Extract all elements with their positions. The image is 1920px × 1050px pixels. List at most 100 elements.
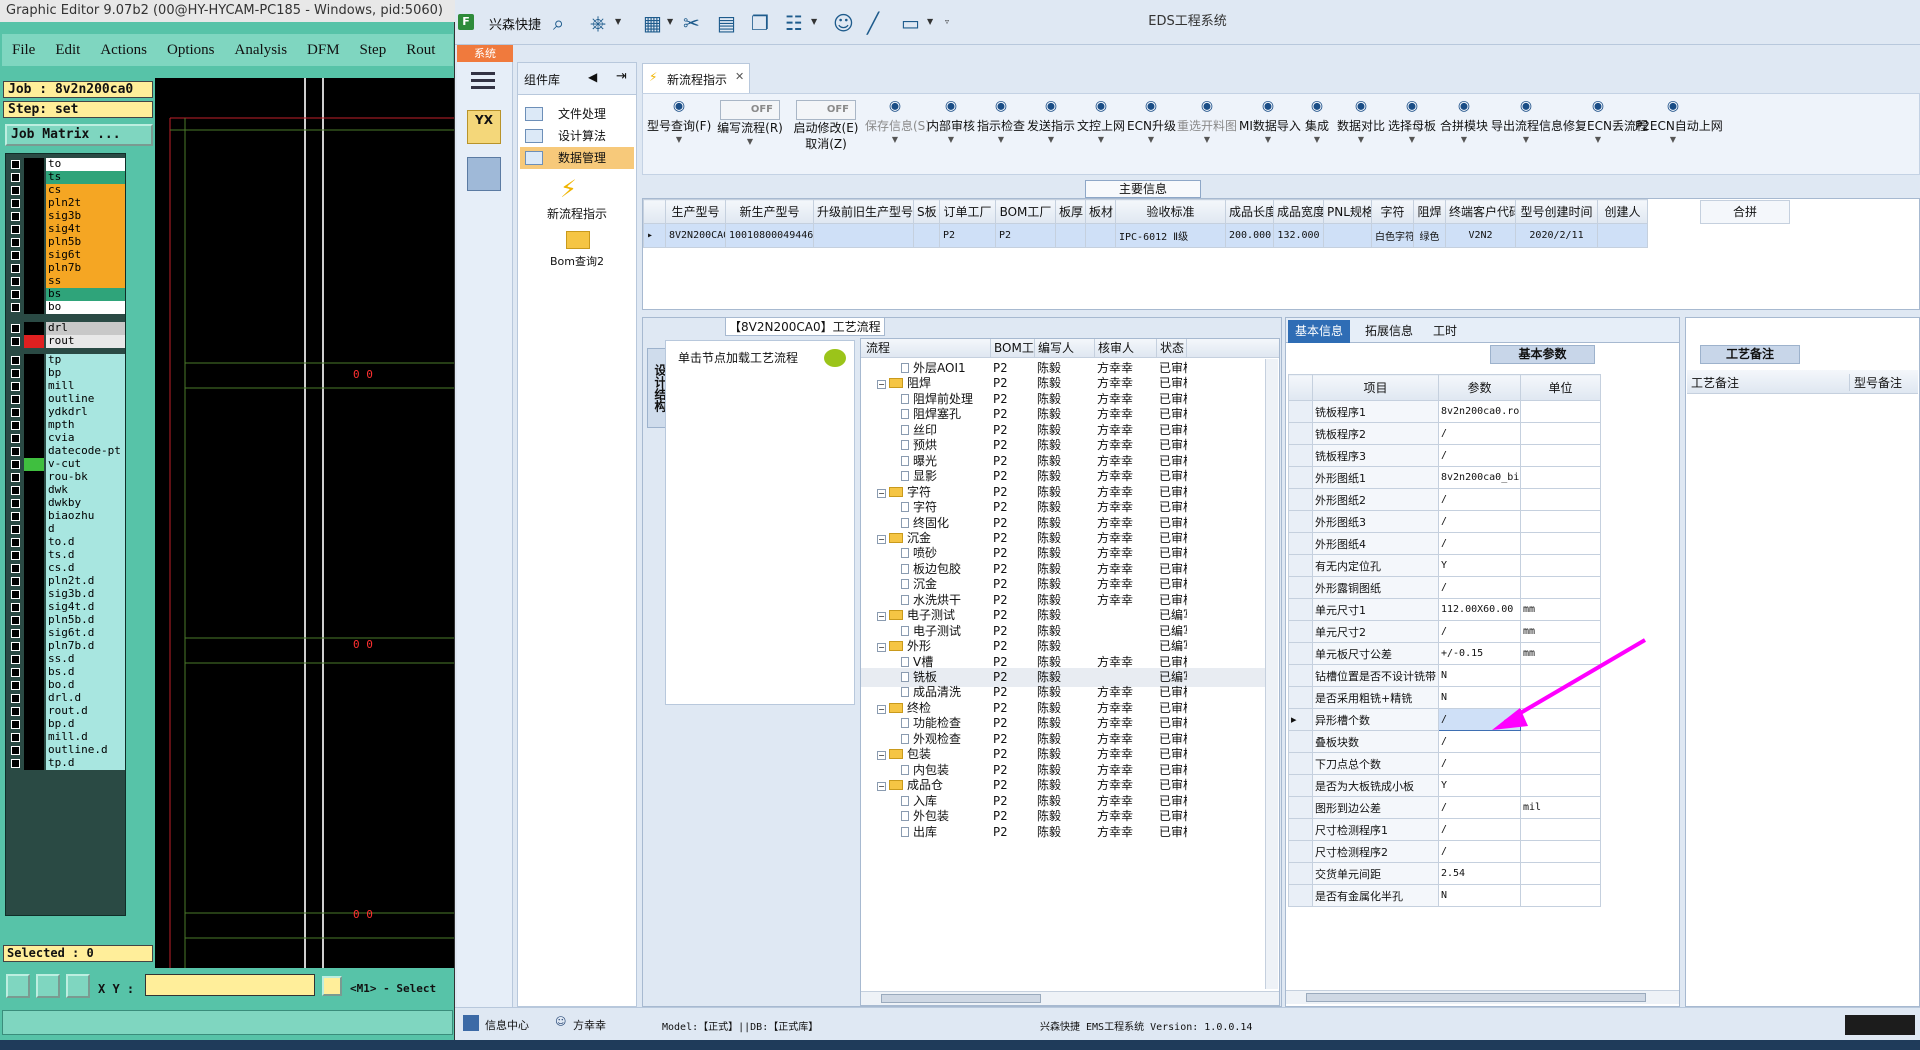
dropdown-icon[interactable]: ▼ xyxy=(865,134,925,146)
param-value[interactable]: 112.00X60.00 xyxy=(1438,598,1521,621)
tab-new-process-instruction[interactable]: ⚡ 新流程指示 ✕ xyxy=(642,63,750,93)
pin-icon[interactable]: ⇥ xyxy=(616,69,627,84)
toggle-switch[interactable]: OFF xyxy=(796,100,856,120)
film-icon[interactable]: ▤ xyxy=(717,12,736,34)
layer-checkbox[interactable] xyxy=(11,337,20,346)
layer-checkbox[interactable] xyxy=(11,356,20,365)
layer-checkbox[interactable] xyxy=(11,590,20,599)
ribbon-button[interactable]: ◉ 保存信息(S) ▼ xyxy=(865,94,930,174)
main-col-header[interactable]: 板厚 xyxy=(1055,199,1086,224)
calculator-module-icon[interactable] xyxy=(467,157,501,191)
params-row[interactable]: 尺寸检测程序1/ xyxy=(1288,818,1601,841)
params-row[interactable]: 尺寸检测程序2/ xyxy=(1288,840,1601,863)
tree-col-header[interactable]: 核审人 xyxy=(1095,339,1157,358)
layer-checkbox[interactable] xyxy=(11,473,20,482)
grid-snap-icon[interactable] xyxy=(66,974,90,998)
layer-checkbox[interactable] xyxy=(11,277,20,286)
collapse-icon[interactable]: − xyxy=(877,488,886,498)
ge-menu-item[interactable]: DFM xyxy=(297,42,350,59)
dropdown-icon[interactable]: ▼ xyxy=(1563,134,1633,146)
monitor-icon[interactable]: ▭ xyxy=(901,12,920,34)
params-row[interactable]: 图形到边公差 / mil xyxy=(1288,796,1601,819)
layer-checkbox[interactable] xyxy=(11,160,20,169)
chart-icon[interactable]: ╱ xyxy=(867,12,879,34)
layer-checkbox[interactable] xyxy=(11,212,20,221)
copy-icon[interactable]: ❐ xyxy=(751,12,769,34)
info-icon[interactable] xyxy=(322,976,342,996)
layer-checkbox[interactable] xyxy=(11,746,20,755)
layer-list[interactable]: to ts cs pln2t sig3b sig4t pln5b sig6t pln7b ss bs… xyxy=(5,153,126,916)
dropdown-icon[interactable]: ▼ xyxy=(615,17,621,26)
ribbon-button[interactable]: ◉ ECN升级 ▼ xyxy=(1127,94,1176,174)
layer-checkbox[interactable] xyxy=(11,264,20,273)
hamburger-icon[interactable] xyxy=(471,72,495,75)
tree-row[interactable]: 出库 P2 陈毅 方幸幸 已审核 xyxy=(861,823,1265,842)
param-value[interactable]: / xyxy=(1438,818,1521,841)
tab-param-2[interactable]: 工时 xyxy=(1426,320,1464,343)
layer-checkbox[interactable] xyxy=(11,538,20,547)
tree-col-header[interactable]: BOM工厂 xyxy=(991,339,1035,358)
main-cell[interactable]: 白色字符 xyxy=(1371,223,1414,248)
layer-checkbox[interactable] xyxy=(11,668,20,677)
dropdown-icon[interactable]: ▼ xyxy=(977,134,1025,146)
params-row[interactable]: 外形露铜图纸 / xyxy=(1288,576,1601,599)
params-row[interactable]: 铣板程序1 8v2n200ca0.rou xyxy=(1288,400,1601,423)
ribbon-button[interactable]: ◉ 型号查询(F) ▼ xyxy=(647,94,711,174)
dropdown-icon[interactable]: ▼ xyxy=(811,17,817,26)
layer-checkbox[interactable] xyxy=(11,460,20,469)
params-h-scrollbar[interactable] xyxy=(1286,990,1679,1004)
layer-checkbox[interactable] xyxy=(11,629,20,638)
layer-checkbox[interactable] xyxy=(11,525,20,534)
main-col-header[interactable]: 新生产型号 xyxy=(725,199,814,224)
help-icon[interactable]: ⎈ xyxy=(590,12,606,34)
apps-icon[interactable] xyxy=(463,1015,479,1031)
main-col-header[interactable]: S板 xyxy=(913,199,940,224)
params-col-header[interactable]: 参数 xyxy=(1438,374,1521,401)
param-value[interactable]: / xyxy=(1438,840,1521,863)
main-cell[interactable]: IPC-6012 Ⅱ级 xyxy=(1115,223,1226,248)
param-value[interactable]: / xyxy=(1438,444,1521,467)
system-tab[interactable]: 系统 xyxy=(457,45,513,62)
collapse-left-icon[interactable]: ◀ xyxy=(588,70,597,84)
ribbon-button[interactable]: ◉ 文控上网 ▼ xyxy=(1077,94,1125,174)
layer-checkbox[interactable] xyxy=(11,681,20,690)
dropdown-icon[interactable]: ▼ xyxy=(927,17,933,26)
layer-checkbox[interactable] xyxy=(11,238,20,247)
collapse-icon[interactable]: − xyxy=(877,782,886,792)
params-col-header[interactable]: 项目 xyxy=(1312,374,1439,401)
ribbon-button[interactable]: OFF 编写流程(R) ▼ xyxy=(713,94,787,174)
main-cell[interactable] xyxy=(1597,223,1648,248)
param-value[interactable]: / xyxy=(1438,532,1521,555)
layer-checkbox[interactable] xyxy=(11,759,20,768)
param-value[interactable]: / xyxy=(1438,576,1521,599)
collapse-icon[interactable]: − xyxy=(877,612,886,622)
dropdown-icon[interactable]: ▼ xyxy=(1127,134,1175,146)
dropdown-icon[interactable]: ▼ xyxy=(1439,134,1489,146)
main-col-header[interactable]: 订单工厂 xyxy=(939,199,996,224)
layer-checkbox[interactable] xyxy=(11,447,20,456)
layer-checkbox[interactable] xyxy=(11,186,20,195)
layer-checkbox[interactable] xyxy=(11,251,20,260)
param-value[interactable]: 8v2n200ca0_bi... xyxy=(1438,466,1521,489)
graphic-canvas[interactable]: 0 0 0 0 0 0 xyxy=(155,78,454,968)
main-col-header[interactable]: 验收标准 xyxy=(1115,199,1226,224)
ribbon-button[interactable]: ◉ P2ECN自动上网 ▼ xyxy=(1635,94,1723,174)
collapse-icon[interactable]: − xyxy=(877,704,886,714)
params-row[interactable]: 外形图纸18v2n200ca0_bi... xyxy=(1288,466,1601,489)
ribbon-button[interactable]: ◉ 修复ECN丢流程 ▼ xyxy=(1563,94,1648,174)
process-notes-tab[interactable]: 工艺备注 xyxy=(1700,345,1800,364)
layer-checkbox[interactable] xyxy=(11,408,20,417)
dropdown-icon[interactable]: ▼ xyxy=(713,136,787,148)
layer-checkbox[interactable] xyxy=(11,395,20,404)
layer-row[interactable]: tp.d xyxy=(8,756,125,771)
collapse-icon[interactable]: − xyxy=(877,380,886,390)
ribbon-button[interactable]: ◉ 选择母板 ▼ xyxy=(1387,94,1437,174)
main-cell[interactable]: V2N2 xyxy=(1445,223,1516,248)
layer-checkbox[interactable] xyxy=(11,199,20,208)
params-row[interactable]: 交货单元间距 2.54 xyxy=(1288,862,1601,885)
layer-checkbox[interactable] xyxy=(11,551,20,560)
layer-checkbox[interactable] xyxy=(11,303,20,312)
layer-checkbox[interactable] xyxy=(11,512,20,521)
main-col-header[interactable]: 升级前旧生产型号 xyxy=(813,199,914,224)
info-center-link[interactable]: 信息中心 xyxy=(485,1017,529,1033)
